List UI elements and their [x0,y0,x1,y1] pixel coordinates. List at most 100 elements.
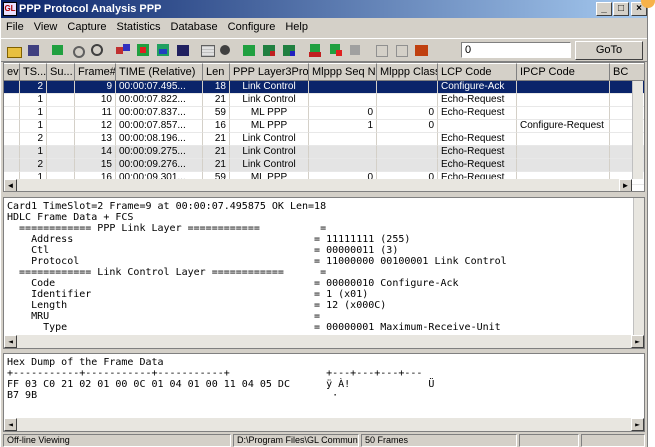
stats2-icon[interactable] [261,42,278,58]
table-row[interactable]: 1 14 00:00:09.275... 21 Link Control Echo-Req… [4,146,644,159]
grid-horizontal-scrollbar[interactable]: ◄ ► [4,179,632,191]
hex-dump-line: B7 9B · [7,390,339,401]
menu-configure[interactable]: Configure [223,19,281,36]
table-row[interactable]: 1 11 00:00:07.837... 59 ML PPP 0 0 Echo-Request [4,107,644,120]
cell-ipcp [517,107,610,120]
table-row[interactable]: 1 12 00:00:07.857... 16 ML PPP 1 0 Configure-Re… [4,120,644,133]
frame-table[interactable]: ev TS... Su... Frame# TIME (Relative) Le… [3,62,645,192]
stats3-icon[interactable] [281,42,298,58]
scroll-right-button[interactable]: ► [619,179,632,191]
record-icon[interactable] [217,42,234,58]
cell-time: 00:00:07.837... [116,107,203,120]
hex-scroll-left-button[interactable]: ◄ [4,418,17,431]
column-header-ts[interactable]: TS... [20,63,47,81]
cell-seq [309,159,377,172]
table-row[interactable]: 2 9 00:00:07.495... 18 Link Control Configure… [4,81,644,94]
cell-frame: 12 [75,120,116,133]
compare-icon[interactable] [373,42,390,58]
cell-su [47,81,75,94]
cell-ts: 1 [20,146,47,159]
column-header-mlppp-class[interactable]: Mlppp Class [377,63,438,81]
column-header-ipcp-code[interactable]: IPCP Code [517,63,610,81]
decode-scroll-left-button[interactable]: ◄ [4,335,17,348]
toolbar: 0 GoTo [1,38,647,62]
column-header-frame[interactable]: Frame# [75,63,116,81]
color-icon[interactable] [135,42,152,58]
cell-seq: 1 [309,120,377,133]
hex-scroll-right-button[interactable]: ► [631,418,644,431]
cell-seq [309,94,377,107]
column-header-time[interactable]: TIME (Relative) [116,63,203,81]
pdf-icon[interactable] [413,42,430,58]
menu-view[interactable]: View [29,19,63,36]
decode-panel[interactable]: Card1 TimeSlot=2 Frame=9 at 00:00:07.495… [3,197,645,349]
set-icon[interactable] [307,42,324,58]
clear-icon[interactable] [347,42,364,58]
cell-proto: ML PPP [230,120,309,133]
decode-line: Address = 11111111 (255) [7,234,411,245]
network-icon[interactable] [115,42,132,58]
filter-icon[interactable] [49,42,66,58]
column-header-len[interactable]: Len [203,63,230,81]
menu-bar: File View Capture Statistics Database Configu… [1,19,647,36]
menu-statistics[interactable]: Statistics [112,19,166,36]
title-bar[interactable]: GL PPP Protocol Analysis PPP _ □ × [1,0,647,18]
cell-ipcp [517,81,610,94]
goto-button[interactable]: GoTo [575,41,643,60]
cell-frame: 15 [75,159,116,172]
cell-ts: 2 [20,133,47,146]
cell-su [47,159,75,172]
grid-vertical-scrollbar[interactable] [632,81,643,179]
app-icon: GL [3,2,17,16]
cell-frame: 9 [75,81,116,94]
decode-line: Card1 TimeSlot=2 Frame=9 at 00:00:07.495… [7,201,327,212]
cell-seq [309,146,377,159]
open-file-icon[interactable] [5,42,22,58]
maximize-button[interactable]: □ [613,2,629,16]
menu-file[interactable]: File [1,19,29,36]
save-icon[interactable] [25,42,42,58]
decode-scroll-right-button[interactable]: ► [631,335,644,348]
column-header-bc[interactable]: BC [610,63,644,81]
cell-time: 00:00:09.276... [116,159,203,172]
compare2-icon[interactable] [393,42,410,58]
filter2-icon[interactable] [327,42,344,58]
cell-time: 00:00:09.275... [116,146,203,159]
table-row[interactable]: 2 13 00:00:08.196... 21 Link Control Echo-Req… [4,133,644,146]
column-header-protocol[interactable]: PPP Layer3Prot... [230,63,309,81]
table-row[interactable]: 2 15 00:00:09.276... 21 Link Control Echo-Req… [4,159,644,172]
column-header-su[interactable]: Su... [47,63,75,81]
cell-cls [377,81,438,94]
decode-vertical-scrollbar[interactable] [633,198,644,335]
cell-ipcp [517,94,610,107]
cell-ev [4,120,20,133]
cell-len: 21 [203,94,230,107]
decode-line: Type = 00000001 Maximum-Receive-Unit [7,322,501,333]
table-row[interactable]: 1 10 00:00:07.822... 21 Link Control Echo-Req… [4,94,644,107]
decode-line: MRU = [7,311,321,322]
stop-icon[interactable] [89,42,106,58]
menu-help[interactable]: Help [280,19,313,36]
column-header-ev[interactable]: ev [4,63,20,81]
goto-frame-input[interactable]: 0 [461,42,571,58]
scroll-left-button[interactable]: ◄ [4,179,17,191]
decode-line: Protocol = 11000000 00100001 Link Contro… [7,256,507,267]
stats-icon[interactable] [241,42,258,58]
export-icon[interactable] [155,42,172,58]
cell-su [47,94,75,107]
capture-icon[interactable] [71,42,88,58]
table-view-icon[interactable] [199,42,216,58]
hex-dump-panel[interactable]: Hex Dump of the Frame Data +-----------+… [3,353,645,432]
hex-horizontal-scrollbar[interactable]: ◄ ► [4,418,644,431]
cell-cls [377,146,438,159]
column-header-mlppp-seq[interactable]: Mlppp Seq No [309,63,377,81]
decode-horizontal-scrollbar[interactable]: ◄ ► [4,335,644,348]
minimize-button[interactable]: _ [596,2,612,16]
cell-ts: 2 [20,159,47,172]
menu-database[interactable]: Database [166,19,223,36]
cell-ipcp [517,159,610,172]
cell-len: 21 [203,159,230,172]
menu-capture[interactable]: Capture [62,19,111,36]
column-header-lcp-code[interactable]: LCP Code [438,63,517,81]
print-icon[interactable] [175,42,192,58]
